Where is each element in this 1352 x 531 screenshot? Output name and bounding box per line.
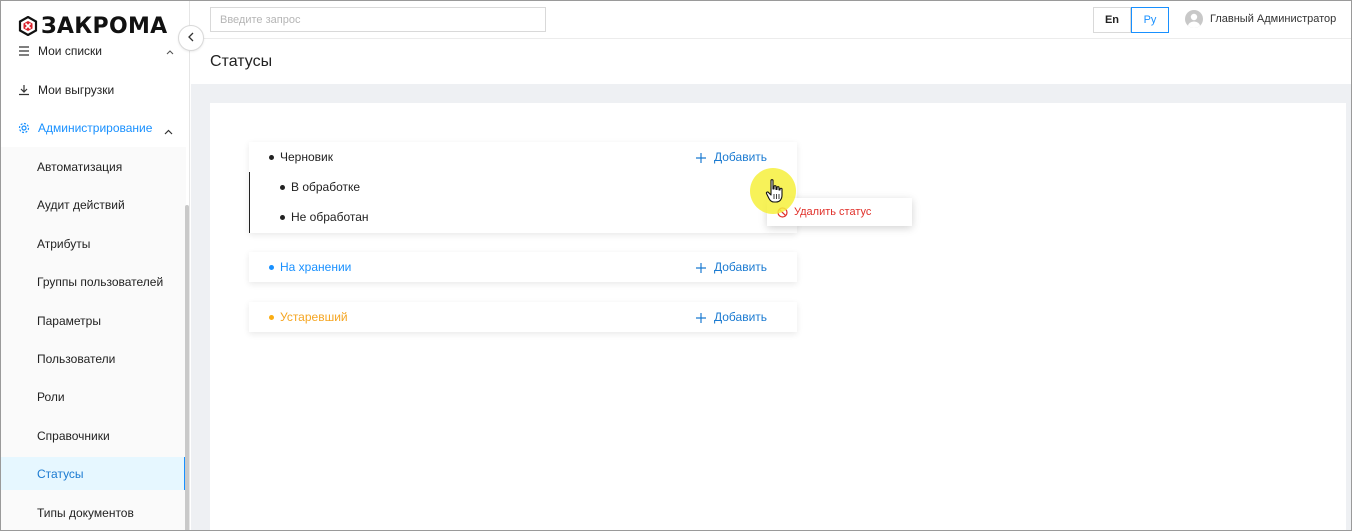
sidebar-item-label: Справочники <box>37 428 110 443</box>
plus-icon <box>696 262 706 273</box>
sidebar-item-document-types[interactable]: Типы документов <box>0 496 186 529</box>
lang-ru-button[interactable]: Ру <box>1131 7 1169 33</box>
status-dot <box>269 314 274 320</box>
sidebar-item-my-exports[interactable]: Мои выгрузки <box>0 73 186 106</box>
sidebar-item-label: Автоматизация <box>37 159 123 174</box>
sidebar: ЗАКРОМА Мои списки Мои выгрузки Админист… <box>0 0 190 531</box>
user-menu[interactable]: Главный Администратор <box>1185 10 1336 28</box>
sidebar-item-automation[interactable]: Автоматизация <box>0 150 186 183</box>
status-dot <box>280 184 285 190</box>
add-label: Добавить <box>714 260 768 274</box>
add-label: Добавить <box>714 310 768 324</box>
substatus-row[interactable]: В обработке <box>249 172 797 202</box>
sidebar-item-label: Пользователи <box>37 351 116 366</box>
sidebar-item-my-lists[interactable]: Мои списки <box>0 34 186 67</box>
status-dot <box>280 214 285 220</box>
sidebar-item-statuses[interactable]: Статусы <box>0 457 186 490</box>
chevron-left-icon <box>187 31 195 45</box>
status-card-obsolete: Устаревший Добавить <box>249 302 797 332</box>
plus-icon <box>696 152 706 163</box>
sidebar-scrollbar[interactable] <box>185 205 189 531</box>
sidebar-item-label: Мои выгрузки <box>38 82 115 97</box>
download-icon <box>18 84 30 96</box>
status-card-storage: На хранении Добавить <box>249 252 797 282</box>
chevron-up-icon <box>166 44 174 58</box>
sidebar-item-label: Группы пользователей <box>37 274 164 289</box>
sidebar-item-attributes[interactable]: Атрибуты <box>0 227 186 260</box>
plus-icon <box>696 312 706 323</box>
status-row[interactable]: Устаревший Добавить <box>249 302 797 332</box>
status-label: Черновик <box>280 150 333 164</box>
sidebar-item-administration[interactable]: Администрирование <box>0 111 186 144</box>
sidebar-item-dictionaries[interactable]: Справочники <box>0 419 186 452</box>
hand-pointer-icon <box>764 178 786 204</box>
delete-status-label: Удалить статус <box>794 206 872 218</box>
status-label: Не обработан <box>291 210 369 224</box>
sidebar-collapse-button[interactable] <box>178 25 204 51</box>
sidebar-item-label: Типы документов <box>37 505 134 520</box>
add-substatus-button[interactable]: Добавить <box>696 150 767 164</box>
sidebar-item-parameters[interactable]: Параметры <box>0 304 186 337</box>
gear-icon <box>18 122 30 134</box>
add-substatus-button[interactable]: Добавить <box>696 310 767 324</box>
page-title-bar: Статусы <box>191 40 1351 84</box>
status-dot <box>269 154 274 160</box>
top-header: En Ру Главный Администратор <box>191 0 1351 39</box>
sidebar-item-label: Атрибуты <box>37 236 91 251</box>
status-row[interactable]: Черновик Добавить <box>249 142 797 172</box>
status-card-draft: Черновик Добавить В обработке Не обработ… <box>249 142 797 233</box>
page-title: Статусы <box>210 53 273 70</box>
sidebar-item-users[interactable]: Пользователи <box>0 342 186 375</box>
logo-mark-icon <box>18 15 38 37</box>
search-input[interactable] <box>210 7 546 32</box>
sidebar-item-label: Аудит действий <box>37 197 125 212</box>
add-substatus-button[interactable]: Добавить <box>696 260 767 274</box>
substatus-row[interactable]: Не обработан <box>249 202 797 232</box>
add-label: Добавить <box>714 150 768 164</box>
sidebar-item-roles[interactable]: Роли <box>0 380 186 413</box>
sidebar-item-audit[interactable]: Аудит действий <box>0 188 186 221</box>
sidebar-item-label: Мои списки <box>38 43 102 58</box>
sidebar-item-label: Роли <box>37 389 65 404</box>
sidebar-item-label: Администрирование <box>38 120 153 135</box>
status-label: На хранении <box>280 260 352 274</box>
sidebar-item-label: Параметры <box>37 313 101 328</box>
user-name: Главный Администратор <box>1210 13 1337 25</box>
avatar <box>1185 10 1203 28</box>
sidebar-item-user-groups[interactable]: Группы пользователей <box>0 265 186 298</box>
status-row[interactable]: На хранении Добавить <box>249 252 797 282</box>
lang-en-button[interactable]: En <box>1093 7 1131 33</box>
status-label: Устаревший <box>280 310 348 324</box>
status-dot <box>269 264 274 270</box>
sidebar-item-label: Статусы <box>37 466 84 481</box>
status-label: В обработке <box>291 180 361 194</box>
chevron-up-icon <box>164 124 173 138</box>
list-icon <box>18 45 30 57</box>
